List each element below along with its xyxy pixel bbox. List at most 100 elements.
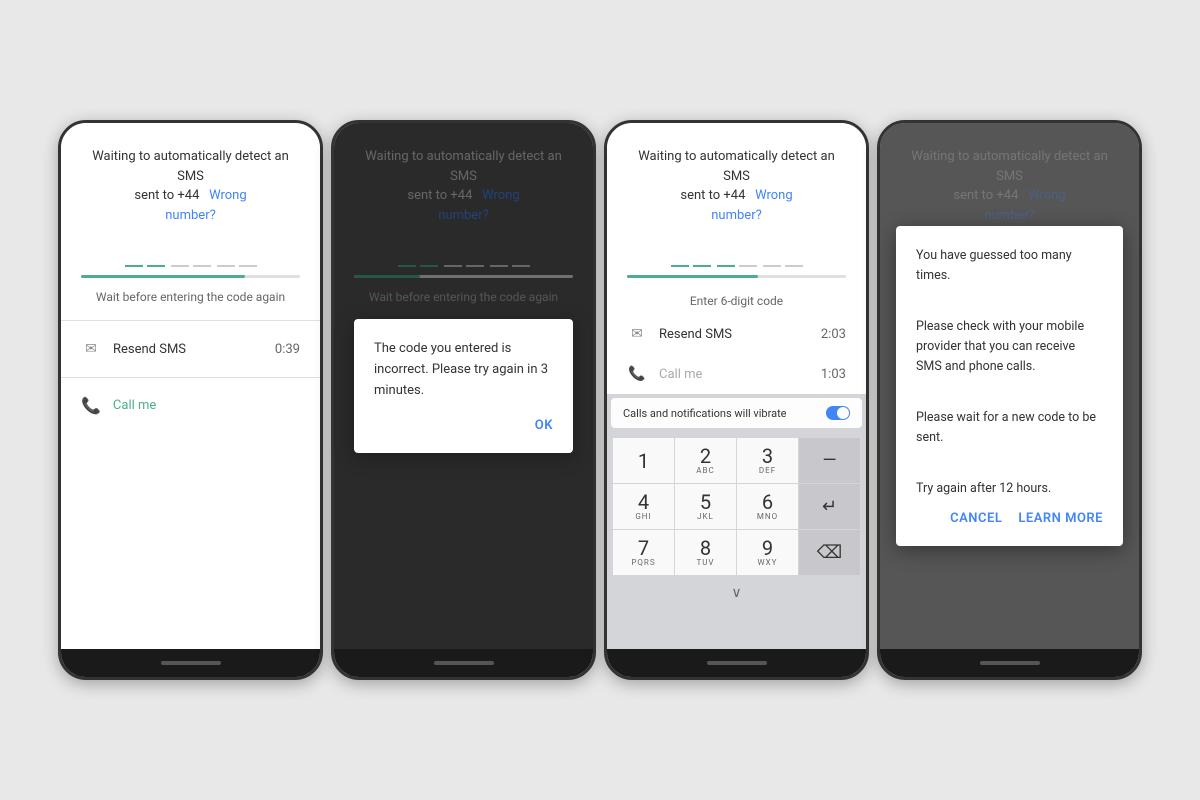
phone-screen-3: Waiting to automatically detect an SMS s… xyxy=(604,120,869,680)
resend-timer-1: 0:39 xyxy=(275,342,300,357)
toggle-thumb-3 xyxy=(837,407,849,419)
progress-bar-1 xyxy=(81,275,245,278)
number-link-1[interactable]: number? xyxy=(81,206,300,226)
wait-text-1: Wait before entering the code again xyxy=(61,282,320,312)
divider-1 xyxy=(61,320,320,321)
message-icon-1: ✉ xyxy=(81,339,101,359)
resend-timer-3: 2:03 xyxy=(821,327,846,342)
header-text-3b: sent to +44 xyxy=(680,188,745,203)
cancel-button-4[interactable]: CANCEL xyxy=(950,511,1002,526)
dash-3f xyxy=(785,265,803,267)
segment-3b xyxy=(717,253,757,267)
dash-2 xyxy=(147,265,165,267)
bottom-bar-1 xyxy=(61,649,320,677)
dash-1 xyxy=(125,265,143,267)
key-3[interactable]: 3DEF xyxy=(737,438,798,483)
header-text-3a: Waiting to automatically detect an SMS xyxy=(638,149,835,184)
home-indicator-4 xyxy=(980,661,1040,665)
key-1[interactable]: 1 xyxy=(613,438,674,483)
home-indicator-3 xyxy=(707,661,767,665)
header-text-2: sent to +44 xyxy=(134,188,199,203)
screen-2-content: Waiting to automatically detect an SMS s… xyxy=(334,123,593,649)
resend-row-3[interactable]: ✉ Resend SMS 2:03 xyxy=(607,314,866,354)
ok-button-2[interactable]: OK xyxy=(535,418,553,433)
key-8[interactable]: 8TUV xyxy=(675,530,736,575)
key-backspace[interactable]: ⌫ xyxy=(799,530,860,575)
resend-row-1[interactable]: ✉ Resend SMS 0:39 xyxy=(61,329,320,369)
progress-container-1 xyxy=(81,275,300,278)
key-4[interactable]: 4GHI xyxy=(613,484,674,529)
call-row-1[interactable]: 📞 Call me xyxy=(61,386,320,425)
dash-3c xyxy=(717,265,735,267)
collapse-arrow-3[interactable]: ∨ xyxy=(607,581,866,605)
phone-screen-1: Waiting to automatically detect an SMS s… xyxy=(58,120,323,680)
home-indicator-1 xyxy=(161,661,221,665)
dash-3a xyxy=(671,265,689,267)
key-enter[interactable]: ↵ xyxy=(799,484,860,529)
dialog-text-4c: Please wait for a new code to be sent. xyxy=(916,408,1103,448)
dash-4 xyxy=(193,265,211,267)
dialog-actions-4: CANCEL LEARN MORE xyxy=(916,511,1103,526)
notification-bar-3: Calls and notifications will vibrate xyxy=(611,398,862,428)
dash-6 xyxy=(239,265,257,267)
learn-more-button-4[interactable]: LEARN MORE xyxy=(1018,511,1103,526)
call-timer-3: 1:03 xyxy=(821,367,846,382)
segment-3 xyxy=(217,253,257,267)
key-9[interactable]: 9WXY xyxy=(737,530,798,575)
sms-header-1: Waiting to automatically detect an SMS s… xyxy=(61,123,320,237)
progress-container-3 xyxy=(627,275,846,278)
resend-label-1: Resend SMS xyxy=(113,342,263,357)
header-text-1: Waiting to automatically detect an SMS xyxy=(92,149,289,184)
key-5[interactable]: 5JKL xyxy=(675,484,736,529)
call-label-3: Call me xyxy=(659,367,809,382)
dialog-text-2: The code you entered is incorrect. Pleas… xyxy=(374,339,553,401)
progress-bar-3 xyxy=(627,275,758,278)
dash-3b xyxy=(693,265,711,267)
big-dialog-box-4: You have guessed too many times. Please … xyxy=(896,226,1123,546)
bottom-bar-2 xyxy=(334,649,593,677)
dash-3 xyxy=(171,265,189,267)
screen-1-content: Waiting to automatically detect an SMS s… xyxy=(61,123,320,649)
code-input-3[interactable] xyxy=(607,237,866,271)
segment-1 xyxy=(125,253,165,267)
notification-text-3: Calls and notifications will vibrate xyxy=(623,407,787,420)
bottom-bar-4 xyxy=(880,649,1139,677)
dash-3d xyxy=(739,265,757,267)
key-dash[interactable]: — xyxy=(799,438,860,483)
screen-3-content: Waiting to automatically detect an SMS s… xyxy=(607,123,866,649)
call-icon-3: 📞 xyxy=(627,364,647,384)
key-2[interactable]: 2ABC xyxy=(675,438,736,483)
dialog-box-2: The code you entered is incorrect. Pleas… xyxy=(354,319,573,452)
toggle-3[interactable] xyxy=(826,406,850,420)
key-6[interactable]: 6MNO xyxy=(737,484,798,529)
dash-3e xyxy=(763,265,781,267)
message-icon-3: ✉ xyxy=(627,324,647,344)
screen-4-content: Waiting to automatically detect an SMS s… xyxy=(880,123,1139,649)
segment-2 xyxy=(171,253,211,267)
call-row-3[interactable]: 📞 Call me 1:03 xyxy=(607,354,866,394)
segment-3c xyxy=(763,253,803,267)
phone-screen-2: Waiting to automatically detect an SMS s… xyxy=(331,120,596,680)
enter-code-label: Enter 6-digit code xyxy=(607,282,866,314)
phone-icon-1: 📞 xyxy=(81,396,101,415)
resend-label-3: Resend SMS xyxy=(659,327,809,342)
dialog-text-4d: Try again after 12 hours. xyxy=(916,479,1103,499)
guessed-dialog-4: You have guessed too many times. Please … xyxy=(880,123,1139,649)
home-indicator-2 xyxy=(434,661,494,665)
error-dialog-2: The code you entered is incorrect. Pleas… xyxy=(334,123,593,649)
call-label-1: Call me xyxy=(113,398,156,413)
numpad-area: Calls and notifications will vibrate 1 2… xyxy=(607,394,866,649)
number-link-3[interactable]: number? xyxy=(627,206,846,226)
bottom-bar-3 xyxy=(607,649,866,677)
sms-header-3: Waiting to automatically detect an SMS s… xyxy=(607,123,866,237)
numpad-3: 1 2ABC 3DEF — 4GHI 5JKL 6MNO ↵ 7PQRS 8TU… xyxy=(607,432,866,581)
wrong-link-3[interactable]: Wrong xyxy=(755,188,793,203)
divider-2 xyxy=(61,377,320,378)
phone-screen-4: Waiting to automatically detect an SMS s… xyxy=(877,120,1142,680)
dialog-text-4b: Please check with your mobile provider t… xyxy=(916,317,1103,377)
key-7[interactable]: 7PQRS xyxy=(613,530,674,575)
dialog-actions-2: OK xyxy=(374,418,553,433)
code-input-1 xyxy=(61,237,320,271)
wrong-link-1[interactable]: Wrong xyxy=(209,188,247,203)
dialog-text-4a: You have guessed too many times. xyxy=(916,246,1103,286)
